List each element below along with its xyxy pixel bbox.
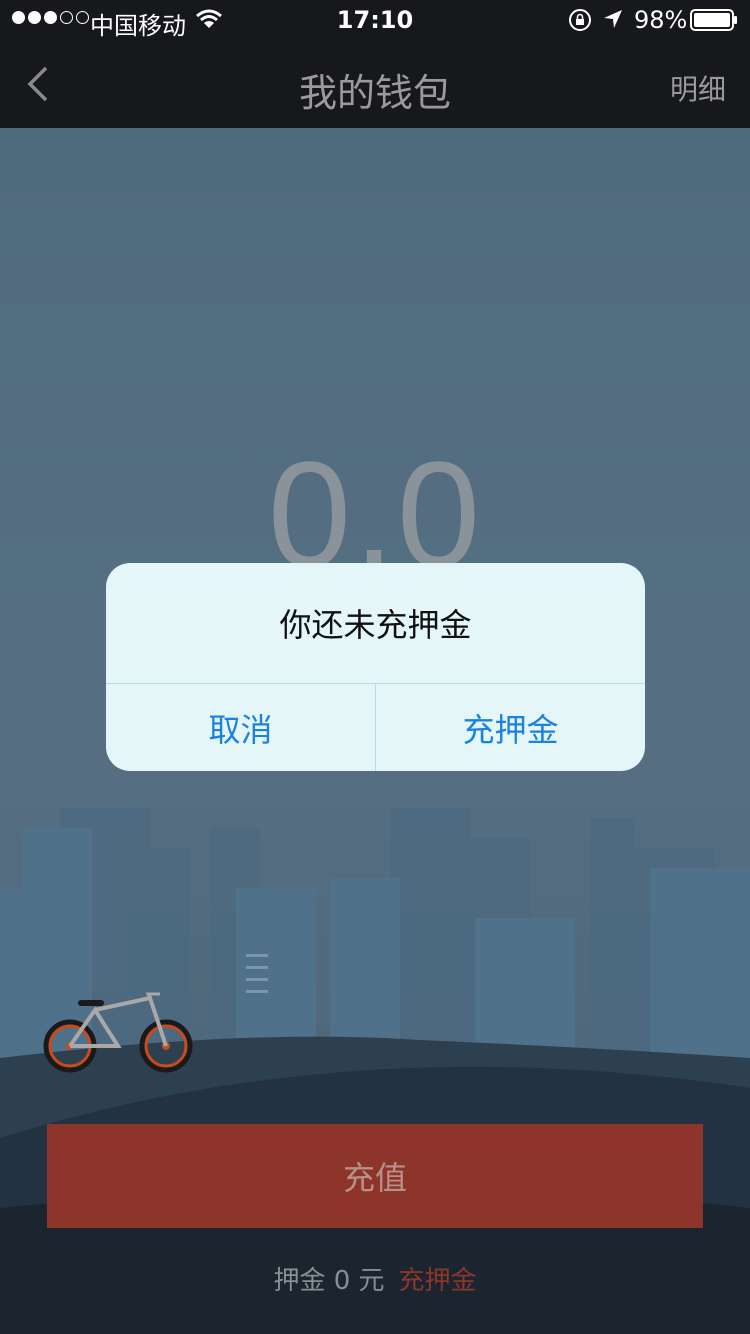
alert-actions: 取消 充押金 bbox=[106, 683, 645, 771]
alert-pay-deposit-button[interactable]: 充押金 bbox=[375, 684, 645, 771]
deposit-alert-dialog: 你还未充押金 取消 充押金 bbox=[106, 563, 645, 771]
alert-cancel-button[interactable]: 取消 bbox=[106, 684, 375, 771]
alert-message: 你还未充押金 bbox=[279, 606, 472, 644]
